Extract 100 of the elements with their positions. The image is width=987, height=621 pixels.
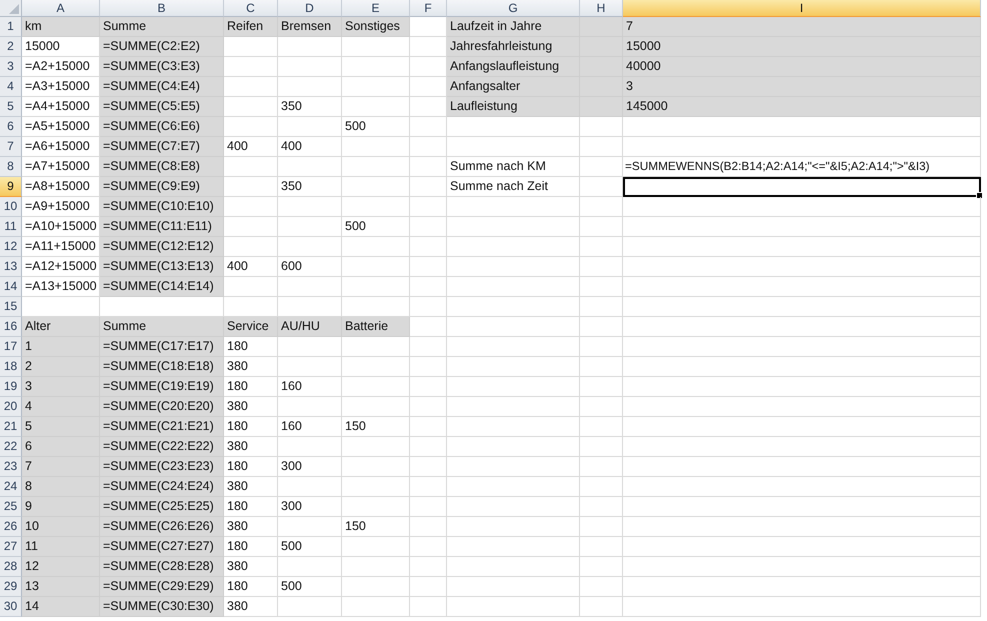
row-header[interactable]: 16 — [0, 317, 22, 337]
table-cell[interactable]: Summe — [100, 17, 224, 37]
table-cell[interactable]: =SUMME(C4:E4) — [100, 77, 224, 97]
row-header[interactable]: 15 — [0, 297, 22, 317]
table-cell[interactable]: 8 — [22, 477, 100, 497]
table-cell[interactable]: Jahresfahrleistung — [447, 37, 580, 57]
table-cell[interactable]: 2 — [22, 357, 100, 377]
table-cell[interactable]: 13 — [22, 577, 100, 597]
table-cell[interactable]: 3 — [623, 77, 981, 97]
column-header[interactable]: G — [447, 0, 580, 17]
table-cell[interactable]: 160 — [278, 417, 342, 437]
row-header[interactable]: 23 — [0, 457, 22, 477]
row-header[interactable]: 13 — [0, 257, 22, 277]
table-cell[interactable]: 180 — [224, 417, 278, 437]
row-header[interactable]: 17 — [0, 337, 22, 357]
table-cell[interactable]: 500 — [342, 217, 410, 237]
table-cell[interactable]: 5 — [22, 417, 100, 437]
table-cell[interactable]: 380 — [224, 557, 278, 577]
table-cell[interactable]: 4 — [22, 397, 100, 417]
table-cell[interactable]: =SUMME(C27:E27) — [100, 537, 224, 557]
table-cell[interactable]: 380 — [224, 477, 278, 497]
column-header[interactable]: I — [623, 0, 981, 17]
table-cell[interactable]: 7 — [623, 17, 981, 37]
table-cell[interactable]: =SUMME(C26:E26) — [100, 517, 224, 537]
table-cell[interactable]: Laufzeit in Jahre — [447, 17, 580, 37]
table-cell[interactable]: Batterie — [342, 317, 410, 337]
table-cell[interactable]: =SUMME(C19:E19) — [100, 377, 224, 397]
table-cell[interactable]: 150 — [342, 417, 410, 437]
table-cell[interactable]: 40000 — [623, 57, 981, 77]
table-cell[interactable]: =SUMME(C22:E22) — [100, 437, 224, 457]
table-cell[interactable]: =SUMME(C21:E21) — [100, 417, 224, 437]
table-cell[interactable]: 10 — [22, 517, 100, 537]
table-cell[interactable]: =SUMME(C20:E20) — [100, 397, 224, 417]
row-header[interactable]: 29 — [0, 577, 22, 597]
table-cell[interactable]: 3 — [22, 377, 100, 397]
table-cell[interactable]: =SUMME(C6:E6) — [100, 117, 224, 137]
row-header[interactable]: 12 — [0, 237, 22, 257]
table-cell[interactable]: AU/HU — [278, 317, 342, 337]
table-cell[interactable]: =SUMME(C12:E12) — [100, 237, 224, 257]
table-cell[interactable]: =SUMME(C5:E5) — [100, 97, 224, 117]
table-cell[interactable]: =SUMME(C7:E7) — [100, 137, 224, 157]
table-cell[interactable]: =SUMME(C8:E8) — [100, 157, 224, 177]
row-header[interactable]: 27 — [0, 537, 22, 557]
table-cell[interactable]: 300 — [278, 497, 342, 517]
table-cell[interactable]: Summe — [100, 317, 224, 337]
table-cell[interactable]: Alter — [22, 317, 100, 337]
table-cell[interactable] — [623, 177, 981, 197]
table-cell[interactable]: =SUMME(C29:E29) — [100, 577, 224, 597]
row-header[interactable]: 21 — [0, 417, 22, 437]
table-cell[interactable]: 380 — [224, 397, 278, 417]
row-header[interactable]: 2 — [0, 37, 22, 57]
row-header[interactable]: 22 — [0, 437, 22, 457]
row-header[interactable]: 19 — [0, 377, 22, 397]
row-header[interactable]: 11 — [0, 217, 22, 237]
row-header[interactable]: 18 — [0, 357, 22, 377]
table-cell[interactable]: 180 — [224, 377, 278, 397]
table-cell[interactable]: 500 — [342, 117, 410, 137]
table-cell[interactable]: =SUMME(C3:E3) — [100, 57, 224, 77]
row-header[interactable]: 9 — [0, 177, 22, 197]
table-cell[interactable]: =SUMME(C24:E24) — [100, 477, 224, 497]
table-cell[interactable]: 380 — [224, 517, 278, 537]
table-cell[interactable]: 300 — [278, 457, 342, 477]
table-cell[interactable]: 150 — [342, 517, 410, 537]
table-cell[interactable]: =SUMME(C13:E13) — [100, 257, 224, 277]
table-cell[interactable]: 400 — [224, 257, 278, 277]
table-cell[interactable]: 180 — [224, 497, 278, 517]
table-cell[interactable]: 7 — [22, 457, 100, 477]
table-cell[interactable]: 400 — [224, 137, 278, 157]
table-cell[interactable]: =SUMME(C10:E10) — [100, 197, 224, 217]
row-header[interactable]: 3 — [0, 57, 22, 77]
column-header[interactable]: C — [224, 0, 278, 17]
table-cell[interactable]: 9 — [22, 497, 100, 517]
table-cell[interactable]: 15000 — [623, 37, 981, 57]
table-cell[interactable]: 14 — [22, 597, 100, 617]
table-cell[interactable]: Service — [224, 317, 278, 337]
table-cell[interactable]: 1 — [22, 337, 100, 357]
row-header[interactable]: 25 — [0, 497, 22, 517]
row-header[interactable]: 14 — [0, 277, 22, 297]
table-cell[interactable]: Laufleistung — [447, 97, 580, 117]
table-cell[interactable]: Anfangslaufleistung — [447, 57, 580, 77]
table-cell[interactable]: =SUMME(C11:E11) — [100, 217, 224, 237]
column-header[interactable]: F — [410, 0, 447, 17]
table-cell[interactable]: Summe nach KM — [447, 157, 580, 177]
table-cell[interactable]: 500 — [278, 577, 342, 597]
table-cell[interactable]: 180 — [224, 537, 278, 557]
column-header[interactable]: B — [100, 0, 224, 17]
table-cell[interactable]: 600 — [278, 257, 342, 277]
table-cell[interactable]: =SUMME(C9:E9) — [100, 177, 224, 197]
row-header[interactable]: 8 — [0, 157, 22, 177]
table-cell[interactable]: 180 — [224, 457, 278, 477]
select-all-button[interactable] — [0, 0, 22, 17]
table-cell[interactable]: 12 — [22, 557, 100, 577]
table-cell[interactable]: =SUMME(C2:E2) — [100, 37, 224, 57]
row-header[interactable]: 28 — [0, 557, 22, 577]
table-cell[interactable]: =SUMMEWENNS(B2:B14;A2:A14;"<="&I5;A2:A14;">"&I3) — [623, 157, 981, 177]
table-cell[interactable]: 180 — [224, 337, 278, 357]
row-header[interactable]: 6 — [0, 117, 22, 137]
table-cell[interactable]: Summe nach Zeit — [447, 177, 580, 197]
row-header[interactable]: 10 — [0, 197, 22, 217]
table-cell[interactable]: Reifen — [224, 17, 278, 37]
